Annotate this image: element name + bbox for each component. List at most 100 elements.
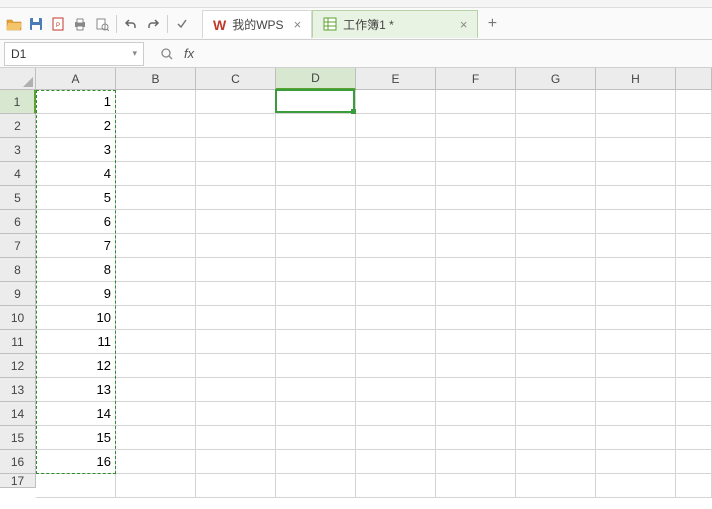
cell-F4[interactable] <box>436 162 516 186</box>
cell-A3[interactable]: 3 <box>36 138 116 162</box>
cell-C4[interactable] <box>196 162 276 186</box>
cell-G16[interactable] <box>516 450 596 474</box>
cell-E8[interactable] <box>356 258 436 282</box>
cell-F11[interactable] <box>436 330 516 354</box>
cell-G1[interactable] <box>516 90 596 114</box>
cell-B8[interactable] <box>116 258 196 282</box>
cell-partial[interactable] <box>676 234 712 258</box>
cell-C2[interactable] <box>196 114 276 138</box>
cell-F13[interactable] <box>436 378 516 402</box>
cell-G10[interactable] <box>516 306 596 330</box>
cell-C3[interactable] <box>196 138 276 162</box>
cell-partial[interactable] <box>676 378 712 402</box>
cell-D1[interactable] <box>276 90 356 114</box>
cell-H12[interactable] <box>596 354 676 378</box>
cell-B2[interactable] <box>116 114 196 138</box>
row-header-1[interactable]: 1 <box>0 90 36 114</box>
cell-F2[interactable] <box>436 114 516 138</box>
expand-fx-icon[interactable] <box>156 44 178 64</box>
cell-B1[interactable] <box>116 90 196 114</box>
cell-C1[interactable] <box>196 90 276 114</box>
cell-E11[interactable] <box>356 330 436 354</box>
cell-partial[interactable] <box>676 90 712 114</box>
cell-B16[interactable] <box>116 450 196 474</box>
cell-partial[interactable] <box>676 186 712 210</box>
row-header-12[interactable]: 12 <box>0 354 36 378</box>
row-header-15[interactable]: 15 <box>0 426 36 450</box>
cell-H9[interactable] <box>596 282 676 306</box>
cell-E12[interactable] <box>356 354 436 378</box>
row-header-10[interactable]: 10 <box>0 306 36 330</box>
cell-D10[interactable] <box>276 306 356 330</box>
cell-A4[interactable]: 4 <box>36 162 116 186</box>
cell-F14[interactable] <box>436 402 516 426</box>
cell-F12[interactable] <box>436 354 516 378</box>
cell-C11[interactable] <box>196 330 276 354</box>
cell-partial[interactable] <box>676 402 712 426</box>
cell-B9[interactable] <box>116 282 196 306</box>
cell-C16[interactable] <box>196 450 276 474</box>
cell-A16[interactable]: 16 <box>36 450 116 474</box>
cell-B4[interactable] <box>116 162 196 186</box>
cell-H3[interactable] <box>596 138 676 162</box>
row-header-11[interactable]: 11 <box>0 330 36 354</box>
cell-G17[interactable] <box>516 474 596 498</box>
cell-H4[interactable] <box>596 162 676 186</box>
cell-partial[interactable] <box>676 354 712 378</box>
open-icon[interactable] <box>4 14 24 34</box>
cell-F17[interactable] <box>436 474 516 498</box>
row-header-17[interactable]: 17 <box>0 474 36 488</box>
cell-D7[interactable] <box>276 234 356 258</box>
column-header-A[interactable]: A <box>36 68 116 90</box>
cell-partial[interactable] <box>676 306 712 330</box>
cell-H13[interactable] <box>596 378 676 402</box>
cell-C6[interactable] <box>196 210 276 234</box>
cell-A5[interactable]: 5 <box>36 186 116 210</box>
cell-C15[interactable] <box>196 426 276 450</box>
cell-A7[interactable]: 7 <box>36 234 116 258</box>
cell-partial[interactable] <box>676 330 712 354</box>
formula-input[interactable] <box>200 44 704 64</box>
cell-partial[interactable] <box>676 450 712 474</box>
cell-A10[interactable]: 10 <box>36 306 116 330</box>
cell-partial[interactable] <box>676 210 712 234</box>
cell-F7[interactable] <box>436 234 516 258</box>
cell-F10[interactable] <box>436 306 516 330</box>
cell-E13[interactable] <box>356 378 436 402</box>
row-header-7[interactable]: 7 <box>0 234 36 258</box>
row-header-16[interactable]: 16 <box>0 450 36 474</box>
cell-F5[interactable] <box>436 186 516 210</box>
column-header-F[interactable]: F <box>436 68 516 90</box>
column-header-partial[interactable] <box>676 68 712 90</box>
row-header-6[interactable]: 6 <box>0 210 36 234</box>
cell-C14[interactable] <box>196 402 276 426</box>
cell-D9[interactable] <box>276 282 356 306</box>
cell-A8[interactable]: 8 <box>36 258 116 282</box>
cell-D15[interactable] <box>276 426 356 450</box>
cell-partial[interactable] <box>676 114 712 138</box>
column-header-D[interactable]: D <box>276 68 356 90</box>
cell-E2[interactable] <box>356 114 436 138</box>
close-icon[interactable]: × <box>400 17 468 32</box>
cell-E15[interactable] <box>356 426 436 450</box>
cell-B13[interactable] <box>116 378 196 402</box>
new-tab-button[interactable]: + <box>478 10 506 38</box>
cell-G6[interactable] <box>516 210 596 234</box>
cell-G11[interactable] <box>516 330 596 354</box>
cell-C5[interactable] <box>196 186 276 210</box>
cell-F9[interactable] <box>436 282 516 306</box>
cell-B5[interactable] <box>116 186 196 210</box>
cell-partial[interactable] <box>676 474 712 498</box>
cell-D6[interactable] <box>276 210 356 234</box>
column-header-C[interactable]: C <box>196 68 276 90</box>
cell-E1[interactable] <box>356 90 436 114</box>
cell-D14[interactable] <box>276 402 356 426</box>
cell-H15[interactable] <box>596 426 676 450</box>
cell-G14[interactable] <box>516 402 596 426</box>
cell-A1[interactable]: 1 <box>36 90 116 114</box>
column-header-B[interactable]: B <box>116 68 196 90</box>
cell-B11[interactable] <box>116 330 196 354</box>
cell-D13[interactable] <box>276 378 356 402</box>
cell-D8[interactable] <box>276 258 356 282</box>
cell-C13[interactable] <box>196 378 276 402</box>
